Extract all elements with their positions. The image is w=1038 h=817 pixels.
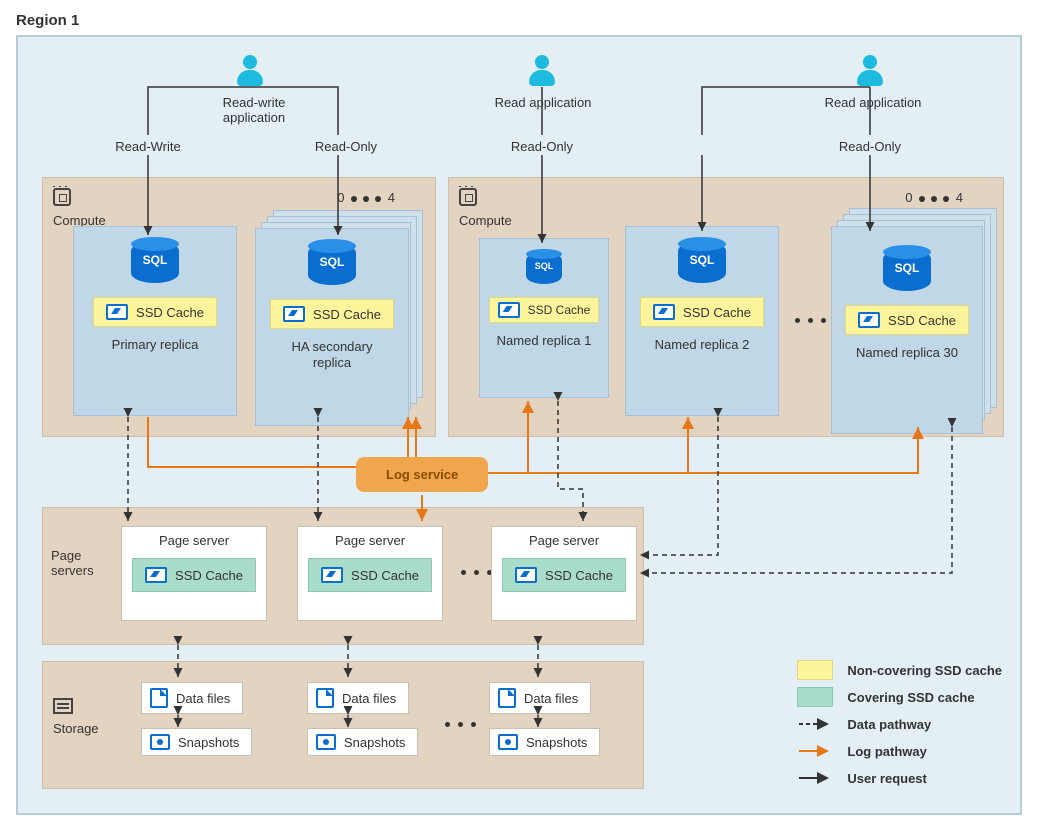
rw-left-label: Read-Write [98,139,198,154]
replica-title: Named replica 30 [832,345,982,360]
ssd-cache-noncov: SSD Cache [270,299,394,329]
sql-icon: SQL [308,239,356,287]
page-server: Page server SSD Cache [121,526,267,621]
page-servers-panel: Page servers Page server SSD Cache Page … [42,507,644,645]
compute-label: Compute [459,188,512,228]
named-replica-1: SQL SSD Cache Named replica 1 [479,238,609,398]
user-rw-label: Read-write application [194,95,314,125]
compute-panel-right: Compute 0 4 SQL SSD Cache Named replica … [448,177,1004,437]
log-service: Log service [356,457,488,492]
region-title: Region 1 [16,12,1022,29]
range-left: 0 4 [337,190,395,205]
user-icon [528,55,556,87]
user-icon [856,55,884,87]
ellipsis [791,318,830,323]
primary-replica: SQL SSD Cache Primary replica [73,226,237,416]
replica-title: Named replica 1 [480,333,608,348]
page-server: Page server SSD Cache [297,526,443,621]
data-files-chip: Data files [141,682,243,714]
ssd-cache-cov: SSD Cache [502,558,626,592]
replica-title: Named replica 2 [626,337,778,352]
ha-secondary-replica: SQL SSD Cache HA secondary replica [255,228,409,426]
storage-label: Storage [53,698,99,736]
chip-icon [459,188,477,206]
file-icon [498,688,516,708]
r1-ro-label: Read-Only [492,139,592,154]
sql-icon: SQL [526,249,562,285]
user-r2-label: Read application [808,95,938,110]
ssd-cache-noncov: SSD Cache [640,297,764,327]
sql-icon: SQL [678,237,726,285]
snapshots-chip: Snapshots [489,728,600,756]
r2-ro-label: Read-Only [820,139,920,154]
storage-icon [53,698,73,714]
snapshots-chip: Snapshots [307,728,418,756]
snapshot-icon [150,734,170,750]
snapshot-icon [498,734,518,750]
user-r1-label: Read application [478,95,608,110]
named-replica-2: SQL SSD Cache Named replica 2 [625,226,779,416]
range-right: 0 4 [905,190,963,205]
ssd-cache-cov: SSD Cache [308,558,432,592]
replica-title: HA secondary replica [256,339,408,372]
ssd-cache-noncov: SSD Cache [845,305,969,335]
file-icon [316,688,334,708]
ssd-cache-noncov: SSD Cache [93,297,217,327]
compute-label: Compute [53,188,106,228]
snapshots-chip: Snapshots [141,728,252,756]
ssd-cache-cov: SSD Cache [132,558,256,592]
ellipsis [441,722,480,727]
legend: Non-covering SSD cache Covering SSD cach… [797,653,1002,795]
snapshot-icon [316,734,336,750]
page-servers-label: Page servers [51,548,107,578]
sql-icon: SQL [883,245,931,293]
ssd-cache-noncov: SSD Cache [489,297,600,323]
page-server: Page server SSD Cache [491,526,637,621]
replica-title: Primary replica [74,337,236,352]
named-replica-30: SQL SSD Cache Named replica 30 [831,226,983,434]
region-container: Region 1 Read-write application Read-Wri… [0,0,1038,817]
compute-panel-left: Compute 0 4 SQL SSD Cache Primary replic… [42,177,436,437]
region-box: Read-write application Read-Write Read-O… [16,35,1022,815]
sql-icon: SQL [131,237,179,285]
user-icon [236,55,264,87]
data-files-chip: Data files [489,682,591,714]
data-files-chip: Data files [307,682,409,714]
chip-icon [53,188,71,206]
storage-panel: Storage Data files Snapshots Data files … [42,661,644,789]
file-icon [150,688,168,708]
rw-right-label: Read-Only [296,139,396,154]
